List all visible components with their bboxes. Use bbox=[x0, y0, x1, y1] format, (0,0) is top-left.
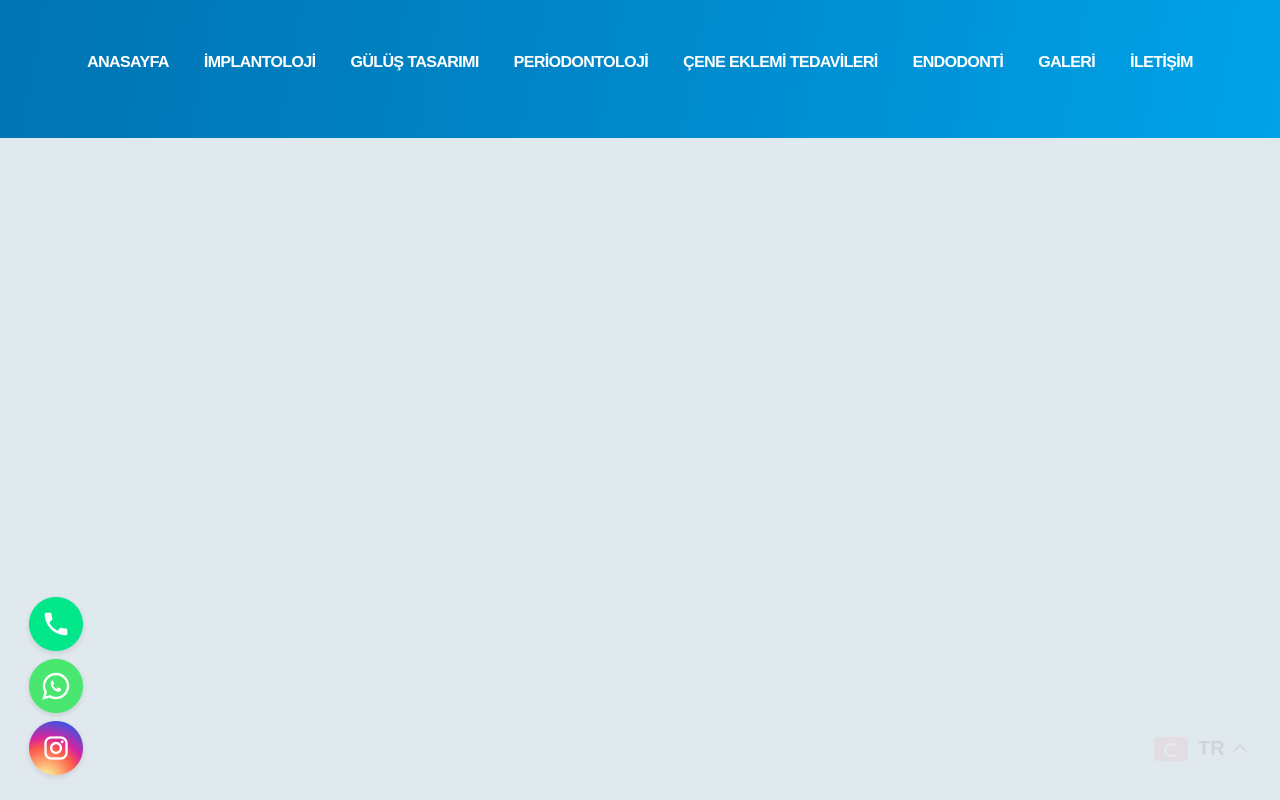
nav-item-iletisim[interactable]: İLETİŞİM bbox=[1130, 54, 1193, 72]
whatsapp-icon bbox=[42, 672, 70, 700]
instagram-icon bbox=[44, 736, 68, 760]
language-label: TR bbox=[1198, 737, 1225, 760]
turkey-flag-icon bbox=[1154, 737, 1188, 761]
nav-item-anasayfa[interactable]: ANASAYFA bbox=[87, 54, 169, 72]
nav-item-endodonti[interactable]: ENDODONTİ bbox=[913, 54, 1004, 72]
main-content-area bbox=[0, 138, 1280, 800]
nav-item-cene-eklemi-tedavileri[interactable]: ÇENE EKLEMİ TEDAVİLERİ bbox=[683, 54, 878, 72]
nav-item-periodontoloji[interactable]: PERİODONTOLOJİ bbox=[514, 54, 649, 72]
language-switcher[interactable]: TR bbox=[1140, 726, 1258, 772]
nav-item-gulus-tasarimi[interactable]: GÜLÜŞ TASARIMI bbox=[350, 54, 479, 72]
nav-item-galeri[interactable]: GALERİ bbox=[1038, 54, 1095, 72]
whatsapp-button[interactable] bbox=[29, 659, 83, 713]
phone-call-button[interactable] bbox=[29, 597, 83, 651]
chevron-up-icon bbox=[1232, 743, 1247, 759]
instagram-button[interactable] bbox=[29, 721, 83, 775]
main-navigation: ANASAYFA İMPLANTOLOJİ GÜLÜŞ TASARIMI PER… bbox=[0, 0, 1280, 126]
phone-icon bbox=[44, 612, 68, 636]
site-header: ANASAYFA İMPLANTOLOJİ GÜLÜŞ TASARIMI PER… bbox=[0, 0, 1280, 138]
nav-item-implantoloji[interactable]: İMPLANTOLOJİ bbox=[204, 54, 316, 72]
